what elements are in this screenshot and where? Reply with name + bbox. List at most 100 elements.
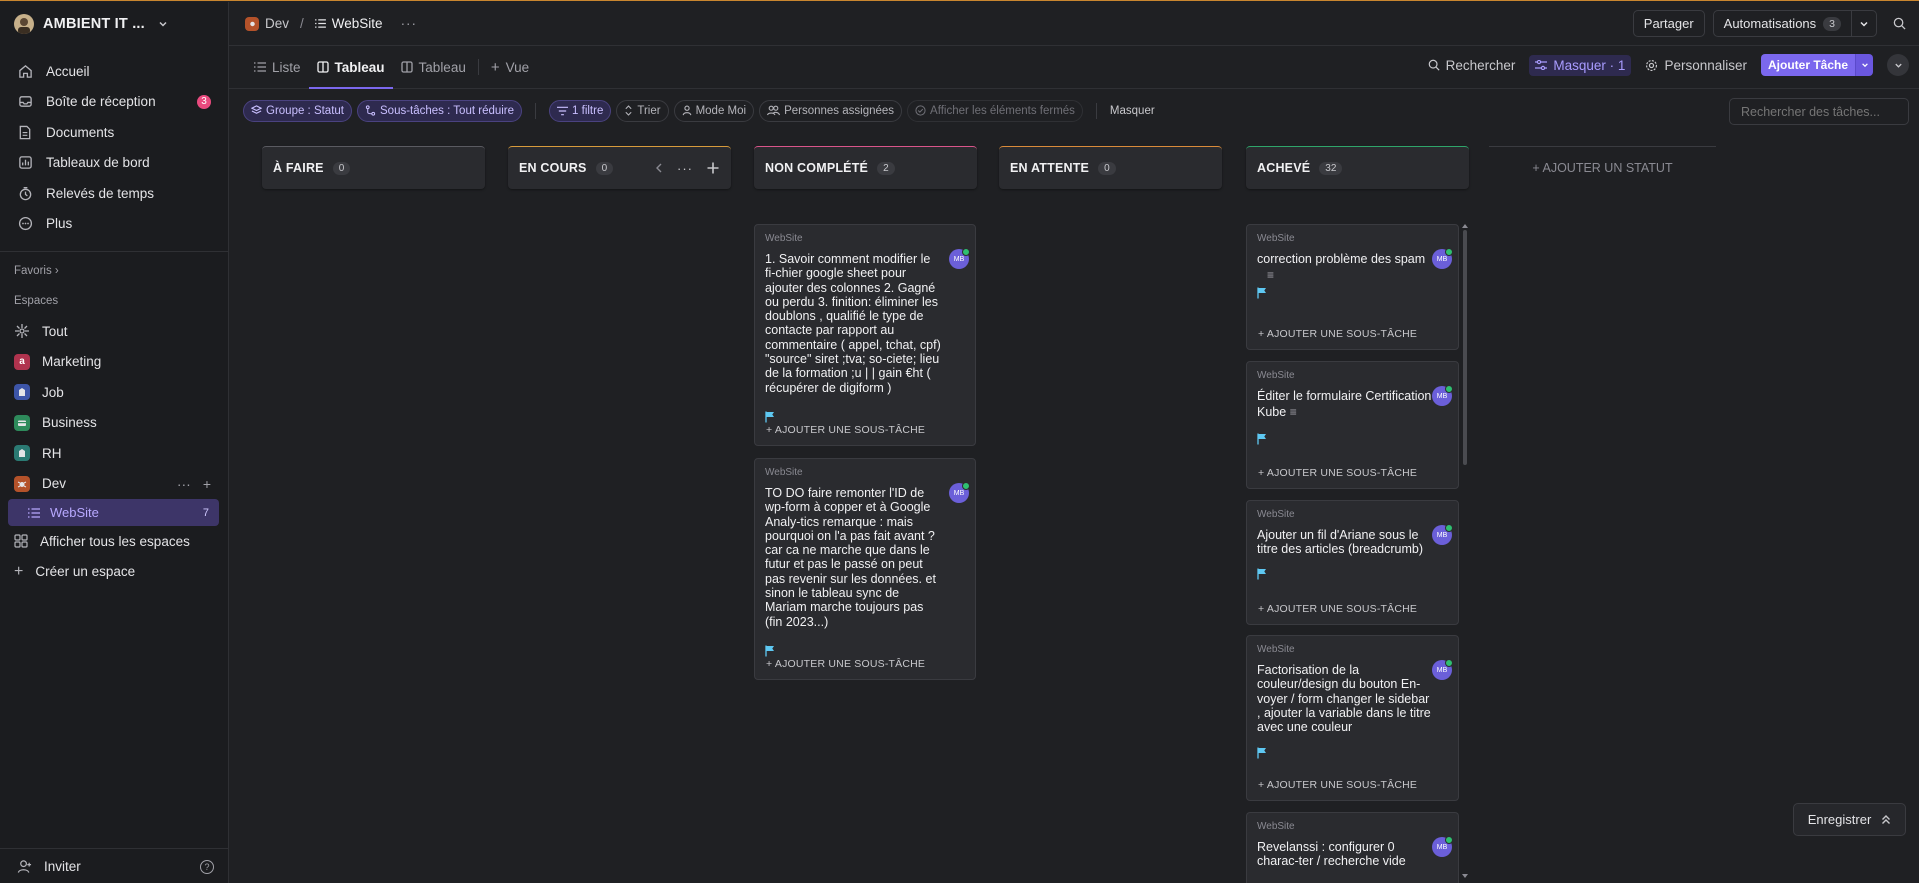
help-icon[interactable]: ?: [200, 859, 214, 874]
more-options-icon[interactable]: ···: [677, 161, 693, 176]
breadcrumb-space[interactable]: Dev: [265, 16, 289, 31]
column-header-not-completed[interactable]: NON COMPLÉTÉ 2: [754, 146, 977, 189]
sliders-icon: [1535, 60, 1548, 70]
column-title: EN ATTENTE: [1010, 161, 1090, 175]
task-card[interactable]: WebSite Éditer le formulaire Certificati…: [1246, 361, 1459, 489]
column-header-todo[interactable]: À FAIRE 0: [262, 146, 485, 189]
add-subtask-button[interactable]: + AJOUTER UNE SOUS-TÂCHE: [1258, 328, 1417, 340]
nav-documents[interactable]: Documents: [0, 117, 228, 148]
list-item-website[interactable]: WebSite 7: [8, 499, 219, 526]
space-label: Dev: [42, 476, 67, 492]
space-job[interactable]: Job: [0, 377, 228, 408]
avatar[interactable]: MB: [1432, 836, 1453, 857]
subtasks-chip[interactable]: Sous-tâches : Tout réduire: [357, 99, 523, 122]
document-icon: [17, 124, 33, 140]
flag-icon[interactable]: [1257, 287, 1448, 299]
sort-chip[interactable]: Trier: [616, 99, 669, 122]
flag-icon[interactable]: [1257, 568, 1448, 580]
task-card[interactable]: WebSite correction problème des spam ≡ MB…: [1246, 224, 1459, 350]
share-button[interactable]: Partager: [1632, 10, 1705, 37]
favorites-label: Favoris: [14, 265, 52, 277]
list-icon: [28, 507, 40, 518]
collapse-toolbar-button[interactable]: [1887, 54, 1909, 76]
avatar[interactable]: MB: [949, 482, 970, 503]
avatar[interactable]: MB: [1432, 385, 1453, 406]
add-subtask-button[interactable]: + AJOUTER UNE SOUS-TÂCHE: [766, 658, 925, 670]
sort-label: Trier: [637, 104, 661, 117]
flag-icon[interactable]: [1257, 433, 1448, 445]
add-task-dropdown[interactable]: [1855, 54, 1873, 76]
task-card[interactable]: WebSite Revelanssi : configurer 0 charac…: [1246, 812, 1459, 883]
column-header-done[interactable]: ACHEVÉ 32: [1246, 146, 1469, 189]
flag-icon[interactable]: [1257, 747, 1448, 759]
collapse-column-icon[interactable]: [655, 163, 663, 173]
avatar[interactable]: MB: [1432, 248, 1453, 269]
tab-board-active[interactable]: Tableau: [308, 46, 393, 89]
plus-icon[interactable]: +: [203, 476, 211, 492]
space-dev[interactable]: Dev ··· +: [0, 469, 228, 500]
nav-dashboards[interactable]: Tableaux de bord: [0, 148, 228, 179]
create-space[interactable]: + Créer un espace: [0, 557, 228, 588]
column-header-on-hold[interactable]: EN ATTENTE 0: [999, 146, 1222, 189]
tab-label: Vue: [505, 59, 530, 75]
workspace-switcher[interactable]: AMBIENT IT ...: [0, 2, 228, 46]
show-closed-chip[interactable]: Afficher les éléments fermés: [907, 99, 1083, 122]
nav-inbox[interactable]: Boîte de réception 3: [0, 87, 228, 118]
tab-board[interactable]: Tableau: [393, 46, 474, 88]
task-card[interactable]: WebSite Factorisation de la couleur/desi…: [1246, 635, 1459, 801]
task-card[interactable]: WebSite TO DO faire remonter l'ID de wp-…: [754, 458, 976, 680]
flag-icon[interactable]: [765, 411, 965, 423]
plus-icon[interactable]: [707, 162, 719, 174]
search-tasks-input[interactable]: [1729, 98, 1909, 125]
nav-timesheets[interactable]: Relevés de temps: [0, 178, 228, 209]
flag-icon[interactable]: [765, 645, 965, 657]
add-subtask-button[interactable]: + AJOUTER UNE SOUS-TÂCHE: [1258, 603, 1417, 615]
filter-chip[interactable]: 1 filtre: [549, 99, 612, 122]
add-task-button[interactable]: Ajouter Tâche: [1760, 54, 1855, 76]
task-card[interactable]: WebSite 1. Savoir comment modifier le fi…: [754, 224, 976, 446]
sidebar-footer: Inviter ?: [0, 848, 228, 883]
automations-dropdown[interactable]: [1852, 10, 1877, 37]
avatar[interactable]: MB: [1432, 524, 1453, 545]
add-status-button[interactable]: + AJOUTER UN STATUT: [1489, 146, 1716, 189]
avatar[interactable]: MB: [949, 248, 970, 269]
automations-button[interactable]: Automatisations 3: [1712, 10, 1852, 37]
tab-list[interactable]: Liste: [246, 46, 309, 88]
card-location: WebSite: [1257, 821, 1295, 832]
plus-icon: +: [490, 58, 500, 76]
show-all-spaces[interactable]: Afficher tous les espaces: [0, 526, 228, 557]
more-options-icon[interactable]: ···: [401, 16, 418, 31]
breadcrumb-list[interactable]: WebSite: [332, 16, 383, 31]
avatar[interactable]: MB: [1432, 659, 1453, 680]
group-by-chip[interactable]: Groupe : Statut: [243, 99, 352, 122]
hide-filter-button[interactable]: Masquer: [1110, 105, 1155, 117]
filter-label: 1 filtre: [572, 104, 604, 117]
user-icon: [682, 105, 692, 116]
nav-more[interactable]: Plus: [0, 209, 228, 240]
invite-button[interactable]: Inviter: [44, 859, 81, 874]
home-icon: [17, 63, 33, 79]
space-marketing[interactable]: a Marketing: [0, 347, 228, 378]
more-options-icon[interactable]: ···: [177, 476, 191, 492]
favorites-header[interactable]: Favoris ›: [0, 256, 228, 286]
add-subtask-button[interactable]: + AJOUTER UNE SOUS-TÂCHE: [766, 424, 925, 436]
space-business[interactable]: Business: [0, 408, 228, 439]
search-button[interactable]: Rechercher: [1428, 58, 1515, 73]
scrollbar-thumb[interactable]: [1463, 230, 1467, 465]
assignees-chip[interactable]: Personnes assignées: [759, 99, 903, 122]
task-card[interactable]: WebSite Ajouter un fil d'Ariane sous le …: [1246, 500, 1459, 625]
save-button[interactable]: Enregistrer: [1793, 803, 1906, 836]
column-header-in-progress[interactable]: EN COURS 0 ···: [508, 146, 731, 189]
add-subtask-button[interactable]: + AJOUTER UNE SOUS-TÂCHE: [1258, 467, 1417, 479]
space-rh[interactable]: RH: [0, 438, 228, 469]
me-mode-chip[interactable]: Mode Moi: [673, 99, 755, 122]
customize-button[interactable]: Personnaliser: [1645, 58, 1747, 73]
space-all[interactable]: Tout: [0, 316, 228, 347]
add-subtask-button[interactable]: + AJOUTER UNE SOUS-TÂCHE: [1258, 779, 1417, 791]
breadcrumb-separator: /: [300, 16, 304, 31]
tab-add-view[interactable]: + Vue: [483, 46, 537, 88]
nav-home[interactable]: Accueil: [0, 56, 228, 87]
customize-label: Personnaliser: [1664, 57, 1747, 73]
search-icon[interactable]: [1889, 14, 1909, 34]
hide-button[interactable]: Masquer · 1: [1529, 54, 1632, 76]
